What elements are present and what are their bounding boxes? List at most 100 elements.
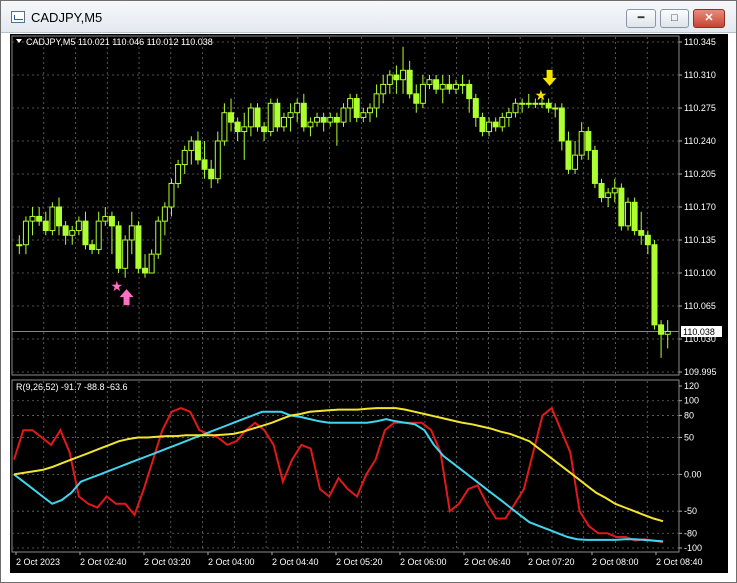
sell-star-icon: ★ [535, 88, 548, 104]
candle-bearish [142, 267, 149, 274]
candle-bearish [618, 187, 625, 227]
candle-bullish [452, 83, 459, 90]
candle-bullish [148, 253, 155, 274]
candle-bearish [631, 201, 638, 232]
price-tick-label: 110.275 [684, 103, 716, 113]
price-tick-label: 110.100 [684, 268, 716, 278]
price-tick-label: 110.310 [684, 70, 716, 80]
candle-bullish [400, 69, 407, 81]
price-tick-label: 109.995 [684, 367, 717, 377]
candle-bullish [294, 102, 301, 114]
candle-bearish [201, 159, 208, 170]
minimize-icon: ━ [637, 12, 645, 24]
candle-bullish [552, 107, 559, 110]
panel-menu-triangle-icon[interactable] [16, 39, 22, 43]
indicator-tick-label: 0.00 [684, 469, 702, 479]
time-tick-label: 2 Oct 04:40 [272, 557, 319, 567]
price-panel-border [11, 35, 680, 376]
candle-bullish [327, 116, 334, 123]
chart-window-icon [11, 11, 25, 23]
candle-bullish [624, 201, 631, 227]
candle-bearish [135, 225, 142, 269]
candle-bullish [426, 79, 433, 85]
candle-bearish [108, 215, 115, 227]
candle-bearish [479, 116, 486, 133]
indicator-line-yellow [13, 407, 664, 523]
time-tick-label: 2 Oct 06:40 [464, 557, 511, 567]
candle-bullish [29, 215, 36, 222]
candle-bearish [466, 83, 473, 100]
candle-bullish [512, 102, 519, 114]
candle-bullish [347, 98, 354, 109]
chart-window: CADJPY,M5 ━ □ ✕ ★ ★ 110.345 110.310 110.275… [0, 0, 737, 583]
candle-bearish [62, 225, 69, 236]
candle-bearish [446, 83, 453, 90]
candle-bearish [353, 98, 360, 118]
candle-bullish [525, 102, 532, 105]
maximize-button[interactable]: □ [660, 9, 689, 28]
indicator-tick-label: -50 [684, 506, 697, 516]
indicator-line-red [13, 406, 664, 544]
candle-bullish [241, 126, 248, 133]
candle-bearish [56, 206, 63, 227]
indicator-tick-label: -100 [684, 543, 702, 553]
price-chart[interactable]: ★★ 110.345110.310110.275110.240110.20511… [10, 34, 728, 573]
candle-bullish [102, 215, 109, 222]
maximize-icon: □ [671, 12, 678, 24]
sell-arrow-icon [542, 69, 557, 86]
candle-bearish [194, 140, 201, 161]
candle-bullish [611, 187, 618, 194]
time-tick-label: 2 Oct 05:20 [336, 557, 383, 567]
candle-bearish [585, 131, 592, 151]
candle-bullish [155, 220, 162, 255]
candle-bullish [221, 112, 228, 142]
candle-bullish [605, 192, 612, 199]
candles [16, 46, 671, 358]
candle-bullish [95, 220, 102, 250]
candle-bearish [558, 107, 565, 142]
candle-bullish [499, 116, 506, 128]
candle-bearish [333, 116, 340, 123]
candle-bullish [214, 140, 221, 180]
chart-area[interactable]: ★ ★ 110.345 110.310 110.275 110.240 110.205 11… [10, 34, 728, 573]
time-tick-label: 2 Oct 06:00 [400, 557, 447, 567]
candle-bullish [664, 330, 671, 335]
price-tick-label: 110.240 [684, 136, 716, 146]
candle-bearish [406, 69, 413, 95]
candle-bearish [651, 244, 658, 326]
candle-bullish [122, 239, 129, 269]
candle-bullish [505, 112, 512, 118]
candle-bearish [638, 230, 645, 236]
close-button[interactable]: ✕ [693, 9, 725, 28]
candle-bearish [545, 102, 552, 109]
candle-bullish [419, 83, 426, 104]
price-tick-label: 110.170 [684, 202, 716, 212]
candle-bullish [373, 93, 380, 109]
indicator-tick-label: 50 [684, 433, 694, 443]
candle-bullish [439, 83, 446, 90]
candle-bearish [300, 102, 307, 128]
time-tick-label: 2 Oct 08:00 [592, 557, 639, 567]
time-tick-label: 2 Oct 2023 [16, 557, 60, 567]
candle-bearish [254, 107, 261, 128]
candle-bearish [89, 244, 96, 250]
candle-bullish [247, 107, 254, 128]
candle-bullish [519, 102, 526, 105]
candle-bullish [360, 112, 367, 118]
candle-bearish [413, 93, 420, 104]
title-bar[interactable]: CADJPY,M5 ━ □ ✕ [1, 1, 736, 33]
price-tick-label: 110.065 [684, 301, 716, 311]
indicator-tick-label: 100 [684, 396, 699, 406]
candle-bearish [320, 116, 327, 123]
candle-bearish [115, 225, 122, 269]
candle-bearish [565, 140, 572, 170]
candle-bullish [307, 121, 314, 128]
candle-bearish [472, 98, 479, 118]
candle-bearish [228, 112, 235, 123]
candle-bullish [128, 225, 135, 241]
time-tick-label: 2 Oct 02:40 [80, 557, 127, 567]
candle-bullish [287, 112, 294, 118]
window-title: CADJPY,M5 [31, 10, 103, 25]
minimize-button[interactable]: ━ [626, 9, 656, 28]
candle-bearish [433, 79, 440, 90]
